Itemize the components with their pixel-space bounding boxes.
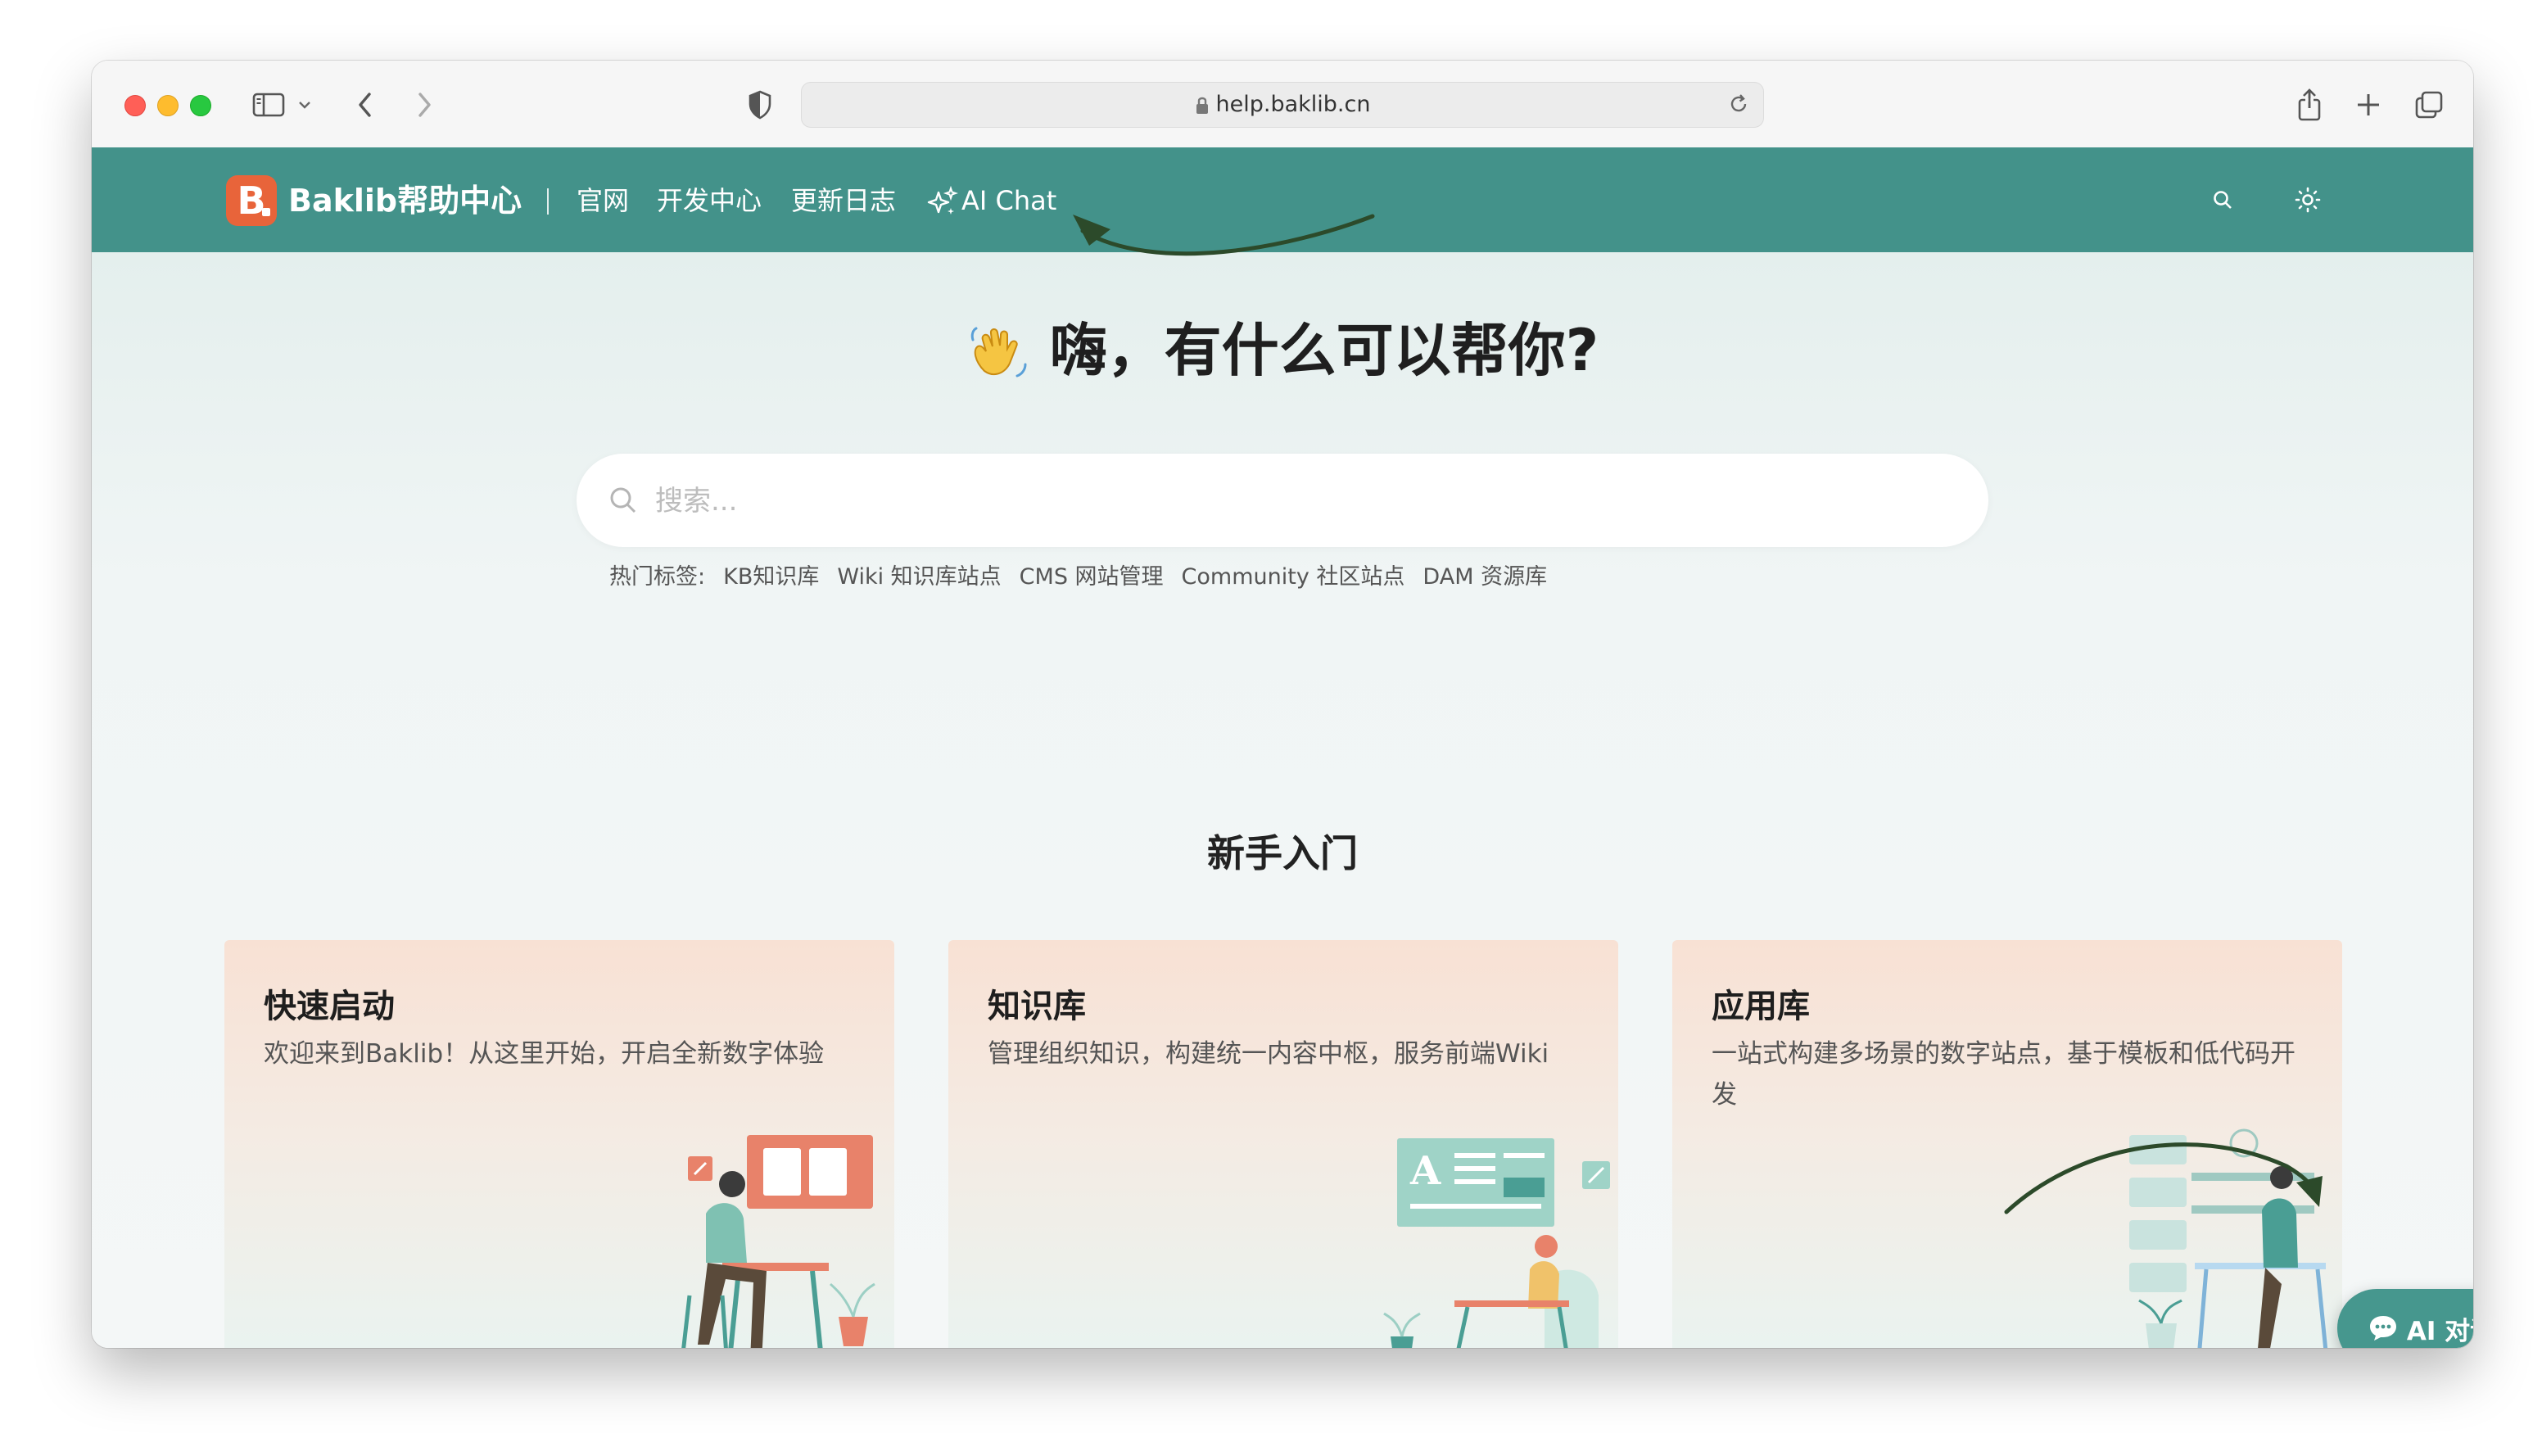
card-description: 一站式构建多场景的数字站点，基于模板和低代码开发 (1712, 1039, 2295, 1110)
minimize-window-button[interactable] (157, 95, 179, 116)
baklib-logo[interactable]: B (226, 175, 277, 226)
chat-bubble-icon (2369, 1316, 2396, 1341)
tag-kb[interactable]: KB知识库 (723, 564, 819, 590)
search-icon (2214, 191, 2232, 209)
tag-wiki[interactable]: Wiki 知识库站点 (837, 564, 1001, 590)
theme-toggle-button[interactable] (2291, 183, 2324, 216)
new-tab-button[interactable] (2349, 85, 2388, 124)
main-content: 嗨，有什么可以帮你? 热门标签: KB知识库 Wiki 知识库站点 CMS 网站管理 C… (92, 252, 2473, 1348)
shield-icon (749, 90, 771, 120)
sun-icon (2295, 187, 2321, 213)
card-knowledge-base[interactable]: 知识库 管理组织知识，构建统一内容中枢，服务前端Wiki A (948, 940, 1618, 1348)
plus-icon (2358, 94, 2379, 115)
card-title: 应用库 (1712, 988, 1810, 1025)
forward-button[interactable] (405, 85, 444, 124)
card-description: 管理组织知识，构建统一内容中枢，服务前端Wiki (988, 1039, 1549, 1069)
quick-start-illustration (681, 1135, 875, 1348)
privacy-shield-button[interactable] (740, 85, 780, 124)
card-description: 欢迎来到Baklib！从这里开始，开启全新数字体验 (264, 1039, 825, 1069)
wave-hand-icon (970, 327, 1027, 378)
card-quick-start[interactable]: 快速启动 欢迎来到Baklib！从这里开始，开启全新数字体验 (224, 940, 894, 1348)
nav-divider (547, 188, 549, 215)
section-title: 新手入门 (1207, 831, 1358, 875)
site-header: B Baklib帮助中心 官网 开发中心 更新日志 AI Chat (92, 147, 2473, 252)
chevron-down-icon (299, 102, 310, 109)
search-input[interactable] (654, 454, 1951, 549)
sidebar-toggle-button[interactable] (249, 85, 288, 124)
knowledge-base-illustration: A (1383, 1138, 1610, 1348)
hero-heading: 嗨，有什么可以帮你? (92, 310, 2473, 391)
svg-text:A: A (1409, 1148, 1441, 1194)
forward-icon (418, 93, 431, 117)
hot-tags-label: 热门标签: (609, 564, 706, 590)
nav-link-changelog[interactable]: 更新日志 (791, 180, 896, 221)
nav-link-official-site[interactable]: 官网 (577, 180, 629, 221)
card-title: 知识库 (988, 988, 1086, 1025)
back-icon (359, 93, 371, 117)
address-bar[interactable]: help.baklib.cn (801, 82, 1764, 128)
share-button[interactable] (2290, 85, 2329, 124)
lock-icon (1196, 97, 1208, 114)
sparkle-icon (927, 186, 958, 215)
tag-community[interactable]: Community 社区站点 (1182, 564, 1405, 590)
browser-toolbar: help.baklib.cn (92, 61, 2473, 148)
search-icon (610, 487, 636, 513)
app-library-illustration (2129, 1128, 2328, 1348)
url-text: help.baklib.cn (1215, 92, 1371, 117)
brand-name[interactable]: Baklib帮助中心 (288, 179, 522, 223)
tag-dam[interactable]: DAM 资源库 (1423, 564, 1547, 590)
card-app-library[interactable]: 应用库 一站式构建多场景的数字站点，基于模板和低代码开发 (1672, 940, 2342, 1348)
hot-tags: 热门标签: KB知识库 Wiki 知识库站点 CMS 网站管理 Community 社区… (609, 557, 1565, 598)
sidebar-menu-button[interactable] (293, 85, 316, 124)
tabs-icon (2415, 91, 2443, 119)
nav-link-dev-center[interactable]: 开发中心 (657, 180, 762, 221)
nav-link-ai-chat[interactable]: AI Chat (925, 180, 1056, 221)
nav-search-button[interactable] (2206, 183, 2239, 216)
share-icon (2298, 88, 2321, 121)
close-window-button[interactable] (124, 95, 146, 116)
browser-window: help.baklib.cn B Baklib帮助中心 官网 开发中心 更新日志… (92, 61, 2473, 1348)
tab-overview-button[interactable] (2409, 85, 2449, 124)
ai-chat-float-label: AI 对话 (2406, 1316, 2473, 1346)
card-title: 快速启动 (264, 988, 395, 1025)
tag-cms[interactable]: CMS 网站管理 (1020, 564, 1164, 590)
search-box[interactable] (577, 454, 1988, 549)
sidebar-icon (252, 93, 285, 117)
hero-title: 嗨，有什么可以帮你? (1049, 317, 1599, 384)
back-button[interactable] (346, 85, 385, 124)
reload-icon[interactable] (1727, 93, 1750, 115)
ai-chat-float-button[interactable]: AI 对话 (2337, 1289, 2473, 1348)
zoom-window-button[interactable] (190, 95, 211, 116)
